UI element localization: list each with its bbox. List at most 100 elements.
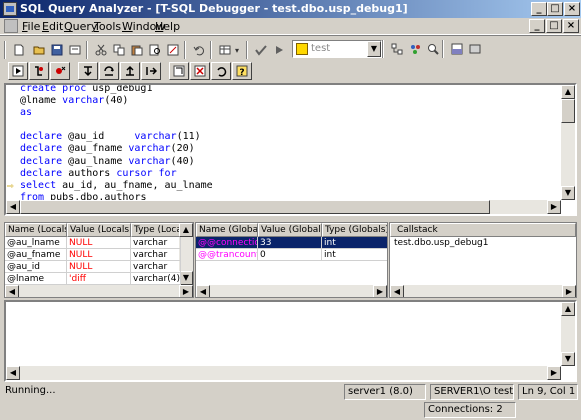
magnify-icon[interactable] <box>424 40 442 58</box>
globals-name-cell[interactable]: @@connections <box>196 237 258 249</box>
maximize-button[interactable]: □ <box>547 2 563 16</box>
globals-horizontal-scrollbar[interactable]: ◀ ▶ <box>196 285 387 297</box>
menu-help[interactable]: Help <box>155 20 180 33</box>
title-bar[interactable]: SQL Query Analyzer - [T-SQL Debugger - t… <box>0 0 581 18</box>
close-button[interactable]: × <box>564 2 580 16</box>
scroll-down-icon[interactable]: ▼ <box>561 186 575 200</box>
globals-value-cell[interactable]: 33 <box>258 237 322 249</box>
globals-type-cell[interactable]: int <box>322 249 387 261</box>
code-line[interactable] <box>20 119 213 131</box>
code-editor[interactable]: create proc usp_debug1 @lname varchar(40)… <box>4 83 577 216</box>
mdi-minimize-button[interactable]: _ <box>529 19 545 33</box>
locals-type-cell[interactable]: varchar <box>131 237 181 249</box>
locals-scroll-right-icon[interactable]: ▶ <box>179 285 193 297</box>
code-line[interactable]: as <box>20 107 213 119</box>
code-line[interactable]: declare @au_id varchar(11) <box>20 131 213 143</box>
find-icon[interactable] <box>146 41 164 59</box>
go-icon[interactable] <box>8 62 28 80</box>
locals-name-cell[interactable]: @au_id <box>5 261 67 273</box>
scroll-up-icon[interactable]: ▲ <box>561 85 575 99</box>
globals-header-name[interactable]: Name (Globals) <box>196 223 258 237</box>
callstack-horizontal-scrollbar[interactable]: ◀ ▶ <box>390 285 576 297</box>
callstack-row[interactable]: test.dbo.usp_debug1 <box>390 237 576 249</box>
locals-name-cell[interactable]: @lname <box>5 273 67 285</box>
save-icon[interactable] <box>48 41 66 59</box>
step-into-icon[interactable] <box>78 62 98 80</box>
menu-file[interactable]: File <box>22 20 40 33</box>
locals-value-cell[interactable]: NULL <box>67 261 131 273</box>
locals-horizontal-scrollbar[interactable]: ◀ ▶ <box>5 285 193 297</box>
locals-name-cell[interactable]: @au_fname <box>5 249 67 261</box>
help-icon[interactable]: ? <box>232 62 252 80</box>
code-line[interactable]: ⇨ select au_id, au_fname, au_lname <box>7 179 213 192</box>
locals-header-value[interactable]: Value (Locals) <box>67 223 131 237</box>
locals-type-cell[interactable]: varchar <box>131 261 181 273</box>
locals-type-cell[interactable]: varchar <box>131 249 181 261</box>
output-scroll-down-icon[interactable]: ▼ <box>561 352 575 366</box>
globals-grid[interactable]: Name (Globals) Value (Globals) Type (Glo… <box>195 222 388 298</box>
globals-scroll-left-icon[interactable]: ◀ <box>196 285 210 297</box>
output-scroll-right-icon[interactable]: ▶ <box>547 366 561 380</box>
menu-tools[interactable]: Tools <box>94 20 121 33</box>
locals-header-name[interactable]: Name (Locals) <box>5 223 67 237</box>
results-dropdown-icon[interactable]: ▾ <box>232 41 242 59</box>
document-icon[interactable] <box>4 19 18 33</box>
output-vertical-scrollbar[interactable]: ▲ ▼ <box>561 302 575 366</box>
output-pane[interactable]: ▲ ▼ ◀ ▶ <box>4 300 577 382</box>
insert-template-icon[interactable] <box>66 41 84 59</box>
globals-header-type[interactable]: Type (Globals) <box>322 223 387 237</box>
output-scroll-left-icon[interactable]: ◀ <box>6 366 20 380</box>
step-out-icon[interactable] <box>120 62 140 80</box>
output-scroll-up-icon[interactable]: ▲ <box>561 302 575 316</box>
run-to-cursor-icon[interactable] <box>141 62 161 80</box>
scroll-left-icon[interactable]: ◀ <box>6 200 20 214</box>
copy-icon[interactable] <box>110 41 128 59</box>
locals-vertical-scrollbar[interactable]: ▲ ▼ <box>179 223 193 285</box>
toggle-breakpoint-icon[interactable] <box>29 62 49 80</box>
toggle-pane-icon[interactable] <box>466 40 484 58</box>
globals-header-value[interactable]: Value (Globals) <box>258 223 322 237</box>
auto-rollback-icon[interactable] <box>211 62 231 80</box>
locals-value-cell[interactable]: 'diff <box>67 273 131 285</box>
minimize-button[interactable]: _ <box>531 2 547 16</box>
code-line[interactable]: create proc usp_debug1 <box>20 85 213 95</box>
remove-breakpoints-icon[interactable] <box>50 62 70 80</box>
chevron-down-icon[interactable]: ▼ <box>367 41 381 57</box>
globals-name-cell[interactable]: @@trancount <box>196 249 258 261</box>
paste-icon[interactable] <box>128 41 146 59</box>
mdi-close-button[interactable]: × <box>563 19 579 33</box>
cut-icon[interactable] <box>92 41 110 59</box>
step-over-icon[interactable] <box>99 62 119 80</box>
editor-hscroll-thumb[interactable] <box>20 200 490 214</box>
locals-value-cell[interactable]: NULL <box>67 237 131 249</box>
globals-value-cell[interactable]: 0 <box>258 249 322 261</box>
locals-type-cell[interactable]: varchar(4) <box>131 273 181 285</box>
app-icon[interactable] <box>3 2 17 16</box>
locals-scroll-up-icon[interactable]: ▲ <box>179 223 193 237</box>
restart-icon[interactable] <box>169 62 189 80</box>
code-line[interactable]: declare authors cursor for <box>20 168 213 180</box>
output-horizontal-scrollbar[interactable]: ◀ ▶ <box>6 366 561 380</box>
editor-horizontal-scrollbar[interactable]: ◀ ▶ <box>6 200 561 214</box>
locals-name-cell[interactable]: @au_lname <box>5 237 67 249</box>
database-combo[interactable]: test ▼ <box>292 40 382 58</box>
locals-value-cell[interactable]: NULL <box>67 249 131 261</box>
menu-query[interactable]: Query <box>64 20 97 33</box>
callstack-scroll-left-icon[interactable]: ◀ <box>390 285 404 297</box>
show-results-pane-icon[interactable] <box>448 40 466 58</box>
code-line[interactable]: @lname varchar(40) <box>20 95 213 107</box>
callstack-scroll-right-icon[interactable]: ▶ <box>562 285 576 297</box>
globals-scroll-right-icon[interactable]: ▶ <box>373 285 387 297</box>
editor-vertical-scrollbar[interactable]: ▲ ▼ <box>561 85 575 200</box>
globals-type-cell[interactable]: int <box>322 237 387 249</box>
new-query-icon[interactable] <box>10 41 28 59</box>
code-line[interactable]: declare @au_lname varchar(40) <box>20 156 213 168</box>
editor-vscroll-thumb[interactable] <box>561 99 575 123</box>
locals-header-type[interactable]: Type (Locals) <box>131 223 181 237</box>
scroll-right-icon[interactable]: ▶ <box>547 200 561 214</box>
locals-scroll-down-icon[interactable]: ▼ <box>179 271 193 285</box>
open-folder-icon[interactable] <box>30 41 48 59</box>
stop-debugging-icon[interactable] <box>190 62 210 80</box>
locals-scroll-left-icon[interactable]: ◀ <box>5 285 19 297</box>
clear-window-icon[interactable] <box>164 41 182 59</box>
